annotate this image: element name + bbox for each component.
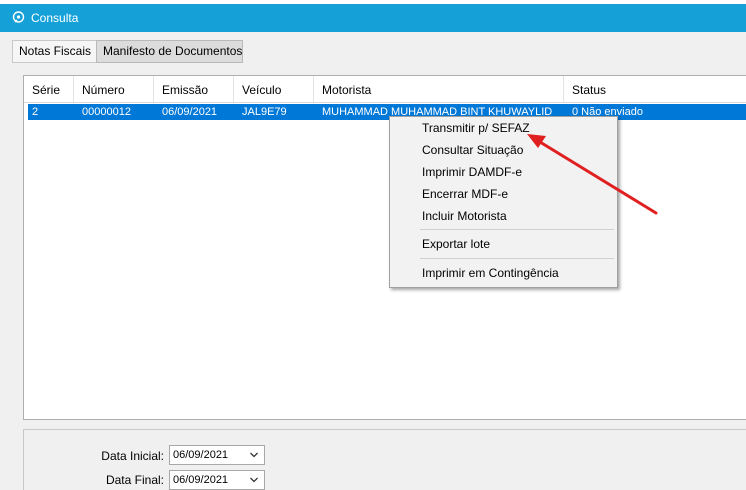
menu-separator: [420, 258, 614, 259]
column-header-emissao[interactable]: Emissão: [154, 76, 234, 102]
data-final-label: Data Final:: [105, 473, 164, 487]
cell-serie: 2: [32, 106, 39, 118]
data-final-picker[interactable]: 06/09/2021: [169, 470, 265, 490]
menu-separator: [420, 229, 614, 230]
chevron-down-icon[interactable]: [249, 450, 259, 460]
window-title: Consulta: [31, 11, 79, 25]
data-inicial-picker[interactable]: 06/09/2021: [169, 445, 265, 465]
menu-item-incluir-motorista[interactable]: Incluir Motorista: [422, 207, 507, 225]
data-final-value: 06/09/2021: [173, 474, 229, 486]
menu-item-transmitir-sefaz[interactable]: Transmitir p/ SEFAZ: [422, 119, 530, 137]
column-header-veiculo[interactable]: Veículo: [234, 76, 314, 102]
tab-manifesto-de-documentos[interactable]: Manifesto de Documentos: [96, 40, 243, 63]
tab-notas-fiscais[interactable]: Notas Fiscais: [12, 40, 107, 63]
data-inicial-label: Data Inicial:: [101, 449, 164, 463]
menu-item-consultar-situacao[interactable]: Consultar Situação: [422, 141, 523, 159]
menu-item-imprimir-contingencia[interactable]: Imprimir em Contingência: [422, 264, 559, 282]
menu-item-exportar-lote[interactable]: Exportar lote: [422, 235, 490, 253]
menu-item-encerrar-mdfe[interactable]: Encerrar MDF-e: [422, 185, 508, 203]
filter-panel: Data Inicial: 06/09/2021 Data Final: 06/…: [23, 429, 746, 490]
grid-header: Série Número Emissão Veículo Motorista S…: [24, 76, 746, 103]
cell-veiculo: JAL9E79: [242, 106, 287, 118]
column-header-numero[interactable]: Número: [74, 76, 154, 102]
cell-emissao: 06/09/2021: [162, 106, 218, 118]
menu-item-imprimir-damdfe[interactable]: Imprimir DAMDF-e: [422, 163, 522, 181]
chevron-down-icon[interactable]: [249, 475, 259, 485]
column-header-status[interactable]: Status: [564, 76, 746, 102]
column-header-motorista[interactable]: Motorista: [314, 76, 564, 102]
table-row[interactable]: 2 00000012 06/09/2021 JAL9E79 MUHAMMAD M…: [28, 104, 746, 120]
results-grid: Série Número Emissão Veículo Motorista S…: [23, 75, 746, 420]
app-icon: [12, 11, 25, 23]
context-menu: Transmitir p/ SEFAZ Consultar Situação I…: [389, 116, 618, 288]
title-bar: Consulta: [0, 4, 746, 32]
column-header-serie[interactable]: Série: [24, 76, 74, 102]
cell-numero: 00000012: [82, 106, 131, 118]
data-inicial-value: 06/09/2021: [173, 449, 229, 461]
window-edge: [0, 32, 4, 490]
